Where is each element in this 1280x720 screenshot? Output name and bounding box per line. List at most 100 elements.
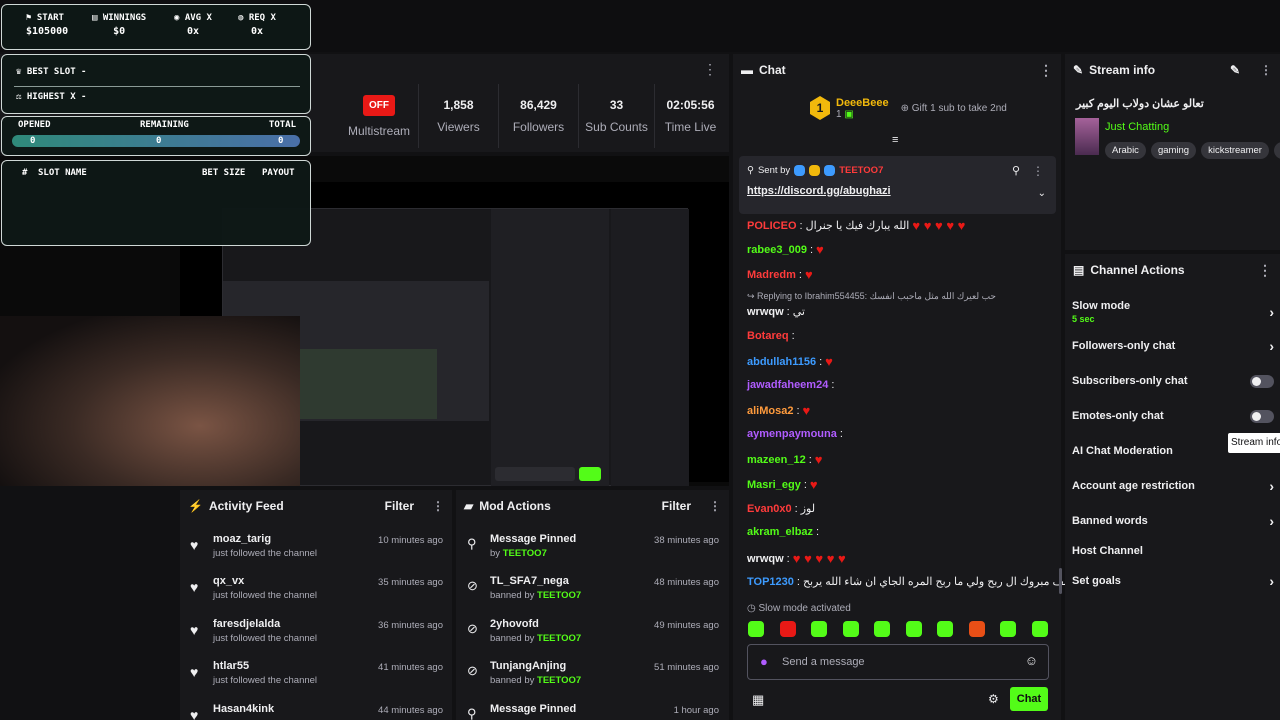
chat-message[interactable]: akram_elbaz: bbox=[747, 526, 819, 538]
chat-message[interactable]: TOP1230: الف مبروك ال ربح ولي ما ربح المر… bbox=[747, 575, 1070, 589]
chat-username[interactable]: mazeen_12 bbox=[747, 454, 806, 466]
stream-tag[interactable]: Arabic bbox=[1105, 142, 1146, 159]
pinned-message[interactable]: ⚲ Sent by TEETOO7 ⚲ ⋮ https://discord.gg… bbox=[739, 156, 1056, 214]
slow-mode-row[interactable]: Slow mode 5 sec › bbox=[1072, 298, 1274, 326]
chat-username[interactable]: Evan0x0 bbox=[747, 503, 792, 515]
subscribers-only-toggle[interactable] bbox=[1250, 374, 1274, 388]
stream-tag[interactable]: a bbox=[1273, 142, 1280, 159]
chat-bubble-icon: ◍ bbox=[238, 13, 249, 23]
mod-action-item[interactable]: ⚲ Message Pinned 1 hour ago bbox=[467, 703, 719, 720]
mod-action-detail: by TEETOO7 bbox=[490, 548, 719, 559]
gift-prompt[interactable]: ⊕ Gift 1 sub to take 2nd bbox=[901, 103, 1007, 114]
chat-message[interactable]: abdullah1156: ♥ bbox=[747, 354, 833, 369]
pinned-menu-icon[interactable]: ⋮ bbox=[1032, 164, 1044, 178]
emote-icon[interactable] bbox=[874, 621, 890, 637]
settings-gear-icon[interactable]: ⚙ bbox=[988, 692, 999, 706]
emote-icon[interactable] bbox=[1000, 621, 1016, 637]
chat-input[interactable]: ● Send a message ☺ bbox=[747, 644, 1049, 680]
multistream-stat[interactable]: OFF Multistream bbox=[340, 84, 418, 148]
stream-tag[interactable]: gaming bbox=[1150, 142, 1197, 159]
emote-icon[interactable] bbox=[968, 621, 985, 637]
expand-chevron-icon[interactable]: ⌄ bbox=[1038, 188, 1046, 199]
mod-filter-button[interactable]: Filter bbox=[662, 499, 691, 513]
chat-message[interactable]: rabee3_009: ♥ bbox=[747, 242, 824, 257]
mod-action-item[interactable]: ⊘ 2yhovofd banned by TEETOO7 49 minutes ago bbox=[467, 618, 719, 660]
chat-username[interactable]: jawadfaheem24 bbox=[747, 379, 828, 391]
chat-username[interactable]: POLICEO bbox=[747, 220, 797, 232]
activity-item[interactable]: ♥ moaz_tarig just followed the channel 10 m… bbox=[190, 533, 443, 575]
emotes-only-row[interactable]: Emotes-only chat bbox=[1072, 408, 1274, 424]
chat-username[interactable]: aliMosa2 bbox=[747, 405, 793, 417]
pinned-user[interactable]: TEETOO7 bbox=[839, 165, 883, 176]
moderator-name[interactable]: TEETOO7 bbox=[537, 675, 581, 686]
emote-icon[interactable] bbox=[842, 621, 859, 637]
emotes-only-toggle[interactable] bbox=[1250, 409, 1274, 423]
chat-scrollbar[interactable] bbox=[1059, 568, 1062, 594]
chat-username[interactable]: wrwqw bbox=[747, 306, 784, 318]
chat-message[interactable]: Botareq: bbox=[747, 330, 795, 342]
chat-username[interactable]: Madredm bbox=[747, 269, 796, 281]
stats-menu-icon[interactable]: ⋮ bbox=[703, 62, 717, 76]
category-name[interactable]: Just Chatting bbox=[1105, 121, 1169, 133]
mod-menu-icon[interactable]: ⋮ bbox=[709, 499, 721, 513]
host-channel-row[interactable]: Host Channel bbox=[1072, 543, 1274, 559]
pin-icon: ⚲ bbox=[467, 706, 477, 720]
channel-actions-menu-icon[interactable]: ⋮ bbox=[1258, 263, 1272, 277]
chat-username[interactable]: wrwqw bbox=[747, 553, 784, 565]
emote-icon[interactable] bbox=[779, 621, 796, 637]
activity-item[interactable]: ♥ Hasan4kink 44 minutes ago bbox=[190, 703, 443, 720]
microphone-icon[interactable]: ● bbox=[760, 654, 768, 669]
chat-username[interactable]: akram_elbaz bbox=[747, 526, 813, 538]
edit-pencil-icon[interactable]: ✎ bbox=[1230, 63, 1240, 77]
emote-icon[interactable] bbox=[1031, 621, 1048, 637]
banned-words-row[interactable]: Banned words › bbox=[1072, 513, 1274, 529]
chat-menu-icon[interactable]: ⋮ bbox=[1039, 63, 1053, 77]
gift-shop-icon[interactable]: ▦ bbox=[752, 692, 764, 708]
chat-username[interactable]: Masri_egy bbox=[747, 479, 801, 491]
chat-message[interactable]: wrwqw: ♥ ♥ ♥ ♥ ♥ bbox=[747, 551, 846, 566]
moderator-name[interactable]: TEETOO7 bbox=[537, 633, 581, 644]
unpin-icon[interactable]: ⚲ bbox=[1012, 164, 1020, 177]
chat-username[interactable]: aymenpaymouna bbox=[747, 428, 837, 440]
multistream-badge[interactable]: OFF bbox=[363, 94, 395, 116]
set-goals-row[interactable]: Set goals › bbox=[1072, 573, 1274, 589]
moderator-name[interactable]: TEETOO7 bbox=[503, 548, 547, 559]
subscribers-only-row[interactable]: Subscribers-only chat bbox=[1072, 373, 1274, 389]
chat-message[interactable]: Masri_egy: ♥ bbox=[747, 477, 818, 492]
chat-username[interactable]: rabee3_009 bbox=[747, 244, 807, 256]
chat-message[interactable]: jawadfaheem24: bbox=[747, 379, 834, 391]
ai-moderation-row[interactable]: AI Chat Moderation bbox=[1072, 443, 1274, 459]
chat-username[interactable]: abdullah1156 bbox=[747, 356, 816, 368]
chat-message[interactable]: mazeen_12: ♥ bbox=[747, 452, 823, 467]
activity-filter-button[interactable]: Filter bbox=[385, 499, 414, 513]
stream-info-menu-icon[interactable]: ⋮ bbox=[1260, 63, 1272, 77]
followers-only-row[interactable]: Followers-only chat › bbox=[1072, 338, 1274, 354]
chat-username[interactable]: Botareq bbox=[747, 330, 789, 342]
stream-tag[interactable]: kickstreamer bbox=[1201, 142, 1269, 159]
chat-username[interactable]: TOP1230 bbox=[747, 576, 794, 588]
chat-message[interactable]: wrwqw: تي bbox=[747, 305, 805, 319]
chat-message[interactable]: POLICEO: الله يبارك فيك يا جنرال ♥ ♥ ♥ ♥ ♥ bbox=[747, 218, 965, 233]
emoji-icon[interactable]: ☺ bbox=[1025, 653, 1038, 668]
emote-icon[interactable] bbox=[748, 621, 764, 637]
chat-message[interactable]: Evan0x0: لوز bbox=[747, 502, 815, 516]
moderator-name[interactable]: TEETOO7 bbox=[537, 590, 581, 601]
mod-action-item[interactable]: ⚲ Message Pinned by TEETOO7 38 minutes ago bbox=[467, 533, 719, 575]
mod-action-item[interactable]: ⊘ TunjangAnjing banned by TEETOO7 51 minute… bbox=[467, 660, 719, 702]
collapse-gifters-icon[interactable]: ≡ bbox=[892, 134, 898, 146]
top-gifter[interactable]: 1 DeeeBeee 1 ▣ ⊕ Gift 1 sub to take 2nd bbox=[810, 96, 1007, 120]
chat-message[interactable]: Madredm: ♥ bbox=[747, 267, 813, 282]
activity-menu-icon[interactable]: ⋮ bbox=[432, 499, 444, 513]
chat-send-button[interactable]: Chat bbox=[1010, 687, 1048, 711]
mod-action-item[interactable]: ⊘ TL_SFA7_nega banned by TEETOO7 48 minutes… bbox=[467, 575, 719, 617]
activity-item[interactable]: ♥ faresdjelalda just followed the channel 3… bbox=[190, 618, 443, 660]
activity-item[interactable]: ♥ htlar55 just followed the channel 41 minu… bbox=[190, 660, 443, 702]
chat-message[interactable]: aliMosa2: ♥ bbox=[747, 403, 810, 418]
pinned-link[interactable]: https://discord.gg/abughazi bbox=[747, 185, 891, 197]
activity-item[interactable]: ♥ qx_vx just followed the channel 35 minute… bbox=[190, 575, 443, 617]
chat-message[interactable]: aymenpaymouna: bbox=[747, 428, 843, 440]
emote-icon[interactable] bbox=[811, 621, 827, 637]
age-restriction-row[interactable]: Account age restriction › bbox=[1072, 478, 1274, 494]
emote-icon[interactable] bbox=[937, 621, 953, 637]
emote-icon[interactable] bbox=[905, 621, 922, 637]
